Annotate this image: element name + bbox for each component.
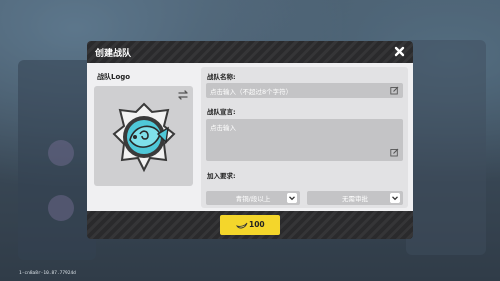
banana-currency-icon	[236, 222, 248, 229]
team-form-panel: 战队名称: 点击输入（不超过8个字符） 战队宣言: 点击输入 加入要求: 青铜/…	[201, 67, 408, 208]
team-declaration-label: 战队宣言:	[207, 108, 236, 116]
close-icon	[394, 46, 405, 57]
version-text: 1-cn8a8r-10.87.77924d	[19, 271, 76, 276]
close-button[interactable]	[393, 45, 406, 58]
dialog-title: 创建战队	[95, 49, 132, 59]
create-team-button[interactable]: 100	[220, 215, 280, 235]
team-logo-picker[interactable]	[94, 86, 193, 186]
dialog-body: 战队Logo 战队名称: 点击输入（不超过8个字符） 战队宣言: 点击输入 加入…	[87, 63, 413, 211]
swap-arrows-icon[interactable]	[177, 89, 189, 101]
team-declaration-input[interactable]: 点击输入	[206, 119, 403, 161]
dialog-footer: 100	[87, 211, 413, 239]
team-name-label: 战队名称:	[207, 73, 236, 81]
cost-value: 100	[249, 220, 265, 229]
chevron-down-icon	[390, 193, 400, 203]
dialog-header: 创建战队	[87, 41, 413, 63]
approval-requirement-select[interactable]: 无需审批	[307, 191, 403, 205]
edit-icon	[390, 86, 399, 95]
approval-requirement-value: 无需审批	[342, 195, 368, 203]
edit-icon	[390, 148, 399, 157]
create-team-dialog: 创建战队 战队Logo 战队名称: 点击输入（不超过8个字符） 战队宣言: 点击…	[87, 41, 413, 239]
join-requirement-label: 加入要求:	[207, 172, 236, 180]
fish-emblem-icon	[112, 102, 176, 173]
team-name-placeholder: 点击输入（不超过8个字符）	[210, 88, 293, 96]
rank-requirement-value: 青铜/段以上	[235, 195, 271, 203]
team-declaration-placeholder: 点击输入	[210, 124, 236, 132]
rank-requirement-select[interactable]: 青铜/段以上	[206, 191, 300, 205]
logo-label: 战队Logo	[97, 73, 131, 81]
chevron-down-icon	[287, 193, 297, 203]
team-name-input[interactable]: 点击输入（不超过8个字符）	[206, 83, 403, 98]
